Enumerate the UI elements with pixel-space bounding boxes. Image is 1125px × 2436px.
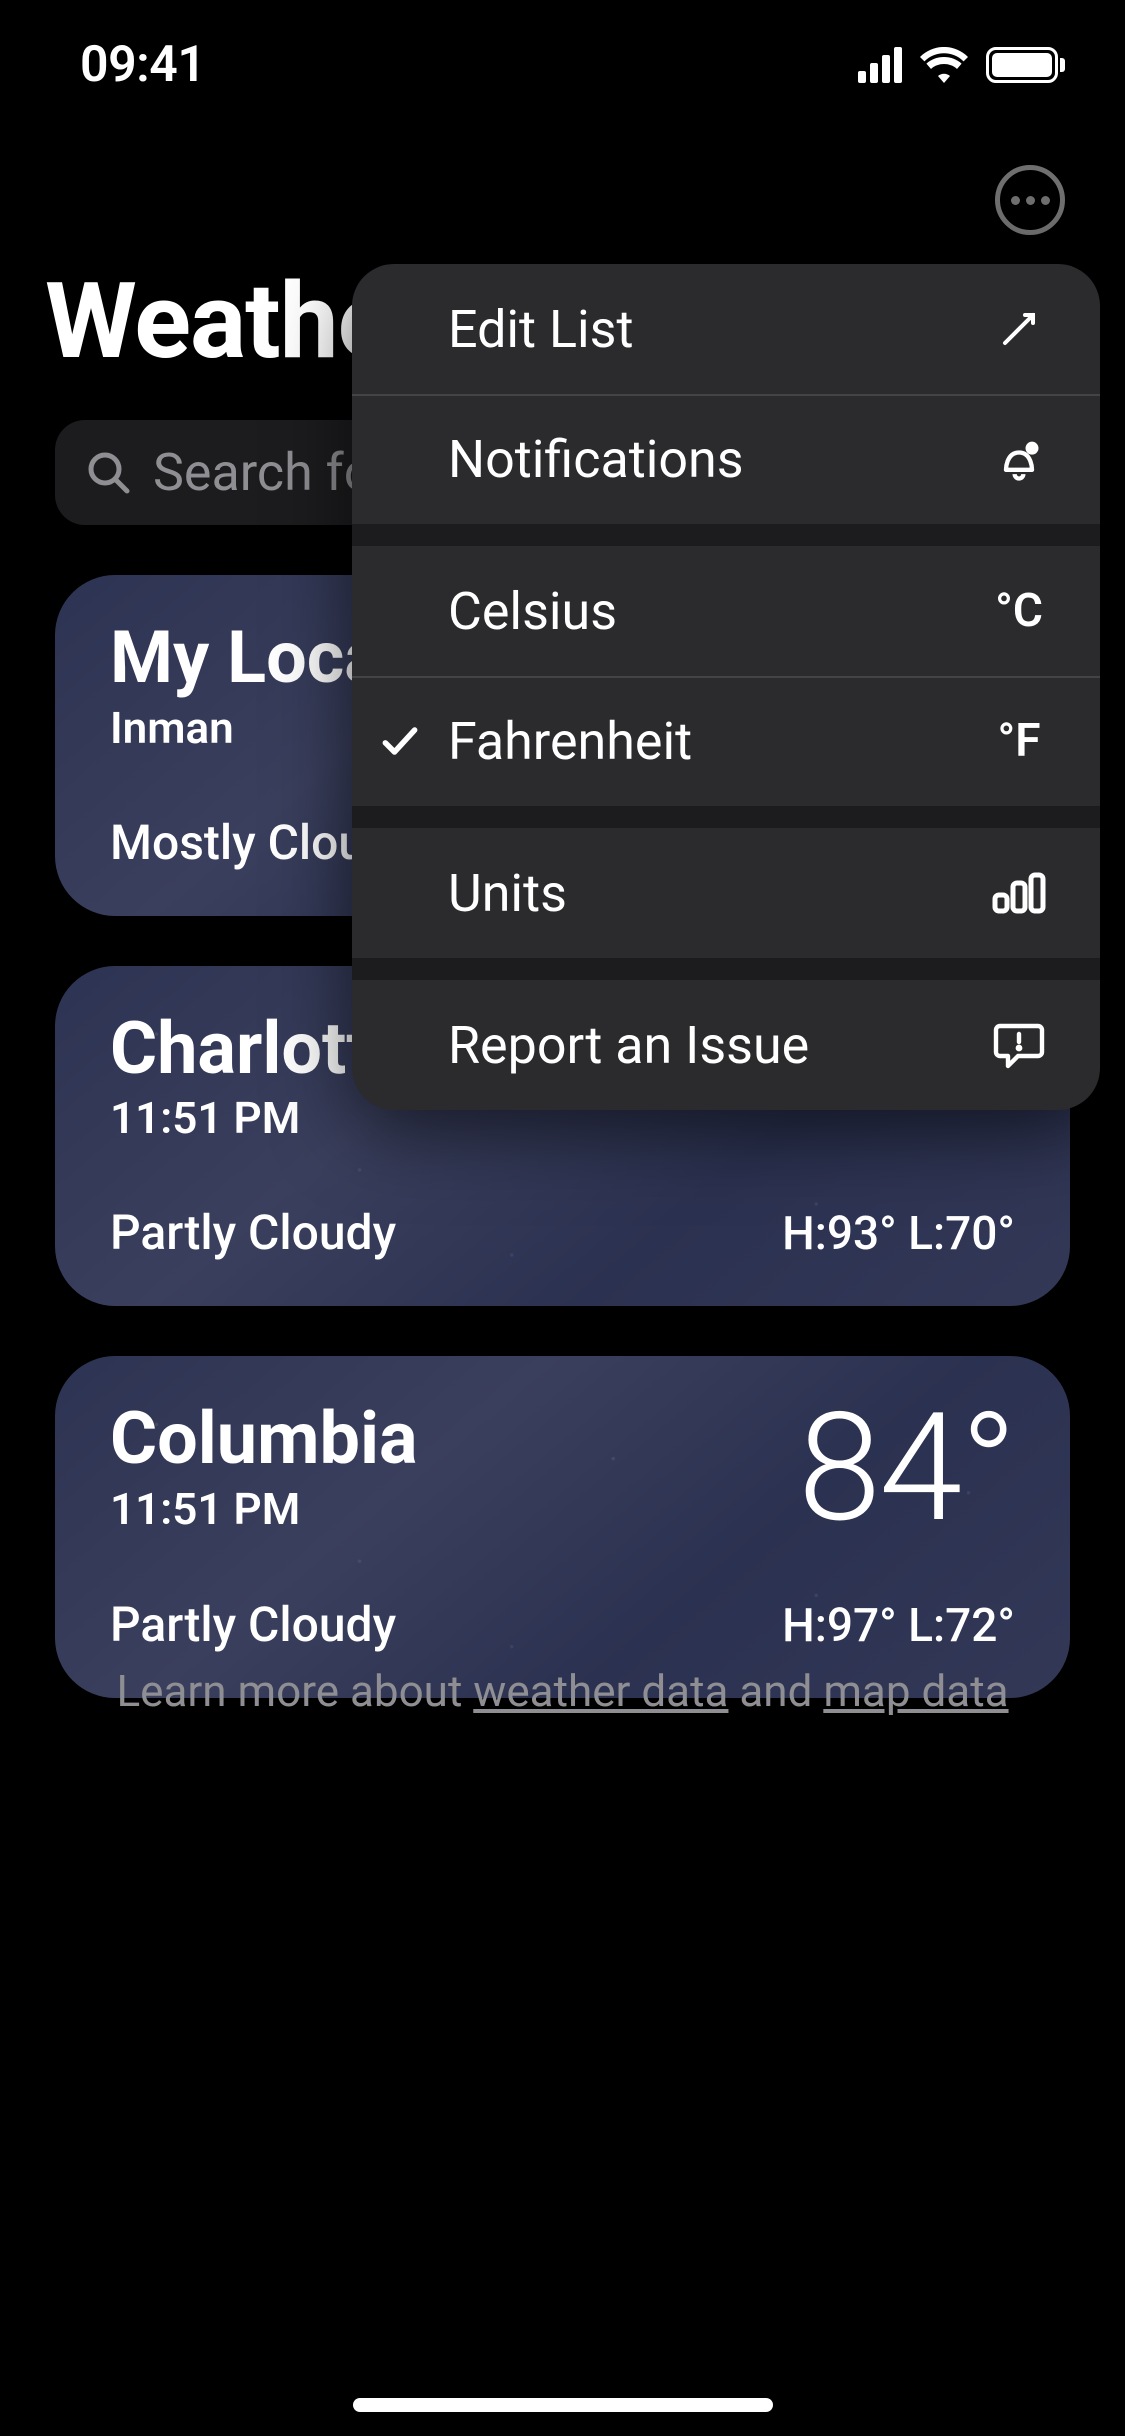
checkmark-icon (352, 719, 448, 763)
menu-item-notifications[interactable]: Notifications (352, 394, 1100, 524)
status-icons (858, 47, 1065, 83)
footer-prefix: Learn more about (116, 1665, 473, 1717)
map-data-link[interactable]: map data (823, 1665, 1008, 1717)
options-menu: Edit List Notifications Cels (352, 264, 1100, 1110)
card-subtitle: 11:51 PM (110, 1483, 418, 1535)
card-condition: Partly Cloudy (110, 1204, 396, 1261)
wifi-icon (920, 47, 968, 83)
card-title: Columbia (110, 1401, 418, 1477)
menu-item-report-issue[interactable]: Report an Issue (352, 980, 1100, 1110)
pencil-icon (984, 305, 1054, 353)
battery-icon (986, 47, 1065, 83)
search-icon (85, 449, 133, 497)
menu-label: Units (448, 863, 984, 924)
bell-icon (984, 433, 1054, 485)
cellular-icon (858, 47, 902, 83)
footer-text: Learn more about weather data and map da… (0, 1665, 1125, 1717)
menu-label: Fahrenheit (448, 711, 984, 772)
footer-middle: and (728, 1665, 823, 1717)
status-time: 09:41 (80, 36, 205, 94)
card-high-low: H:93° L:70° (782, 1207, 1015, 1261)
location-card[interactable]: Columbia 11:51 PM 84° Partly Cloudy H:97… (55, 1356, 1070, 1698)
home-indicator[interactable] (353, 2398, 773, 2412)
menu-item-fahrenheit[interactable]: Fahrenheit °F (352, 676, 1100, 806)
menu-item-edit-list[interactable]: Edit List (352, 264, 1100, 394)
card-temp: 84° (798, 1401, 1015, 1536)
report-icon (984, 1020, 1054, 1070)
menu-label: Notifications (448, 429, 984, 490)
menu-label: Edit List (448, 299, 984, 360)
more-button[interactable] (995, 165, 1065, 235)
status-bar: 09:41 (0, 0, 1125, 130)
card-condition: Partly Cloudy (110, 1596, 396, 1653)
menu-label: Celsius (448, 581, 984, 642)
bars-icon (984, 871, 1054, 915)
weather-data-link[interactable]: weather data (473, 1665, 728, 1717)
menu-item-units[interactable]: Units (352, 828, 1100, 958)
card-high-low: H:97° L:72° (782, 1599, 1015, 1653)
fahrenheit-symbol: °F (984, 714, 1054, 768)
menu-label: Report an Issue (448, 1015, 984, 1076)
menu-item-celsius[interactable]: Celsius °C (352, 546, 1100, 676)
celsius-symbol: °C (984, 584, 1054, 638)
